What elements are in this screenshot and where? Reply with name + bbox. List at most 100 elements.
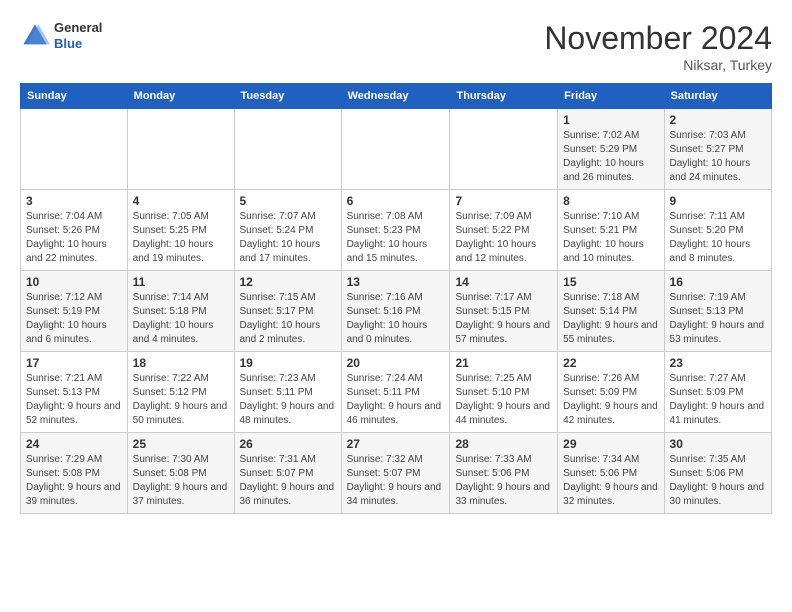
calendar-cell: 29 Sunrise: 7:34 AM Sunset: 5:06 PM Dayli… (558, 433, 664, 514)
day-number: 2 (670, 113, 766, 127)
day-number: 26 (240, 437, 336, 451)
day-number: 22 (563, 356, 658, 370)
weekday-header: Thursday (450, 84, 558, 109)
calendar-cell: 3 Sunrise: 7:04 AM Sunset: 5:26 PM Daylig… (21, 190, 128, 271)
calendar-cell: 11Sunrise: 7:14 AM Sunset: 5:18 PM Dayli… (127, 271, 234, 352)
day-info: Sunrise: 7:30 AM Sunset: 5:08 PM Dayligh… (133, 453, 229, 509)
day-number: 3 (26, 194, 122, 208)
day-info: Sunrise: 7:02 AM Sunset: 5:29 PM Dayligh… (563, 129, 658, 185)
calendar-table: SundayMondayTuesdayWednesdayThursdayFrid… (20, 83, 772, 514)
calendar-cell: 20Sunrise: 7:24 AM Sunset: 5:11 PM Dayli… (341, 352, 450, 433)
calendar-cell: 23 Sunrise: 7:27 AM Sunset: 5:09 PM Dayli… (664, 352, 771, 433)
day-info: Sunrise: 7:10 AM Sunset: 5:21 PM Dayligh… (563, 210, 658, 266)
day-number: 6 (347, 194, 445, 208)
calendar-week-row: 1 Sunrise: 7:02 AM Sunset: 5:29 PM Daylig… (21, 109, 772, 190)
calendar-cell: 6 Sunrise: 7:08 AM Sunset: 5:23 PM Daylig… (341, 190, 450, 271)
calendar-cell: 13Sunrise: 7:16 AM Sunset: 5:16 PM Dayli… (341, 271, 450, 352)
calendar-cell: 25 Sunrise: 7:30 AM Sunset: 5:08 PM Dayli… (127, 433, 234, 514)
day-number: 5 (240, 194, 336, 208)
day-info: Sunrise: 7:31 AM Sunset: 5:07 PM Dayligh… (240, 453, 336, 509)
location: Niksar, Turkey (544, 57, 772, 73)
day-info: Sunrise: 7:34 AM Sunset: 5:06 PM Dayligh… (563, 453, 658, 509)
logo-icon (20, 21, 50, 51)
day-info: Sunrise: 7:04 AM Sunset: 5:26 PM Dayligh… (26, 210, 122, 266)
weekday-header: Monday (127, 84, 234, 109)
calendar-cell: 22Sunrise: 7:26 AM Sunset: 5:09 PM Dayli… (558, 352, 664, 433)
day-info: Sunrise: 7:09 AM Sunset: 5:22 PM Dayligh… (455, 210, 552, 266)
calendar-cell: 9 Sunrise: 7:11 AM Sunset: 5:20 PM Daylig… (664, 190, 771, 271)
header-row: SundayMondayTuesdayWednesdayThursdayFrid… (21, 84, 772, 109)
calendar-cell: 1 Sunrise: 7:02 AM Sunset: 5:29 PM Daylig… (558, 109, 664, 190)
day-number: 25 (133, 437, 229, 451)
calendar-cell: 26 Sunrise: 7:31 AM Sunset: 5:07 PM Dayli… (234, 433, 341, 514)
day-info: Sunrise: 7:16 AM Sunset: 5:16 PM Dayligh… (347, 291, 445, 347)
logo-text: General Blue (54, 20, 102, 51)
day-info: Sunrise: 7:21 AM Sunset: 5:13 PM Dayligh… (26, 372, 122, 428)
day-number: 7 (455, 194, 552, 208)
day-info: Sunrise: 7:07 AM Sunset: 5:24 PM Dayligh… (240, 210, 336, 266)
weekday-header: Sunday (21, 84, 128, 109)
day-info: Sunrise: 7:32 AM Sunset: 5:07 PM Dayligh… (347, 453, 445, 509)
day-info: Sunrise: 7:35 AM Sunset: 5:06 PM Dayligh… (670, 453, 766, 509)
day-info: Sunrise: 7:08 AM Sunset: 5:23 PM Dayligh… (347, 210, 445, 266)
day-info: Sunrise: 7:25 AM Sunset: 5:10 PM Dayligh… (455, 372, 552, 428)
day-number: 1 (563, 113, 658, 127)
day-info: Sunrise: 7:18 AM Sunset: 5:14 PM Dayligh… (563, 291, 658, 347)
day-number: 16 (670, 275, 766, 289)
calendar-cell: 4 Sunrise: 7:05 AM Sunset: 5:25 PM Daylig… (127, 190, 234, 271)
calendar-cell: 17 Sunrise: 7:21 AM Sunset: 5:13 PM Dayli… (21, 352, 128, 433)
logo: General Blue (20, 20, 102, 51)
calendar-cell (127, 109, 234, 190)
weekday-header: Friday (558, 84, 664, 109)
day-info: Sunrise: 7:22 AM Sunset: 5:12 PM Dayligh… (133, 372, 229, 428)
calendar-cell: 28Sunrise: 7:33 AM Sunset: 5:06 PM Dayli… (450, 433, 558, 514)
day-number: 24 (26, 437, 122, 451)
calendar-week-row: 3 Sunrise: 7:04 AM Sunset: 5:26 PM Daylig… (21, 190, 772, 271)
calendar-cell: 19 Sunrise: 7:23 AM Sunset: 5:11 PM Dayli… (234, 352, 341, 433)
day-number: 17 (26, 356, 122, 370)
day-number: 15 (563, 275, 658, 289)
day-number: 21 (455, 356, 552, 370)
calendar-cell: 16 Sunrise: 7:19 AM Sunset: 5:13 PM Dayli… (664, 271, 771, 352)
day-info: Sunrise: 7:23 AM Sunset: 5:11 PM Dayligh… (240, 372, 336, 428)
calendar-cell (450, 109, 558, 190)
day-number: 12 (240, 275, 336, 289)
day-number: 19 (240, 356, 336, 370)
day-number: 4 (133, 194, 229, 208)
calendar-cell (234, 109, 341, 190)
day-info: Sunrise: 7:11 AM Sunset: 5:20 PM Dayligh… (670, 210, 766, 266)
calendar-cell: 8Sunrise: 7:10 AM Sunset: 5:21 PM Daylig… (558, 190, 664, 271)
day-info: Sunrise: 7:03 AM Sunset: 5:27 PM Dayligh… (670, 129, 766, 185)
calendar-cell: 15 Sunrise: 7:18 AM Sunset: 5:14 PM Dayli… (558, 271, 664, 352)
calendar-cell: 10 Sunrise: 7:12 AM Sunset: 5:19 PM Dayli… (21, 271, 128, 352)
calendar-cell: 2 Sunrise: 7:03 AM Sunset: 5:27 PM Daylig… (664, 109, 771, 190)
day-info: Sunrise: 7:12 AM Sunset: 5:19 PM Dayligh… (26, 291, 122, 347)
day-number: 20 (347, 356, 445, 370)
day-info: Sunrise: 7:29 AM Sunset: 5:08 PM Dayligh… (26, 453, 122, 509)
day-number: 9 (670, 194, 766, 208)
day-number: 30 (670, 437, 766, 451)
weekday-header: Wednesday (341, 84, 450, 109)
calendar-cell (341, 109, 450, 190)
calendar-cell: 27 Sunrise: 7:32 AM Sunset: 5:07 PM Dayli… (341, 433, 450, 514)
month-title: November 2024 (544, 20, 772, 57)
day-number: 10 (26, 275, 122, 289)
weekday-header: Saturday (664, 84, 771, 109)
day-info: Sunrise: 7:19 AM Sunset: 5:13 PM Dayligh… (670, 291, 766, 347)
day-number: 23 (670, 356, 766, 370)
calendar-cell: 21 Sunrise: 7:25 AM Sunset: 5:10 PM Dayli… (450, 352, 558, 433)
day-info: Sunrise: 7:14 AM Sunset: 5:18 PM Dayligh… (133, 291, 229, 347)
page-header: General Blue November 2024 Niksar, Turke… (20, 20, 772, 73)
calendar-week-row: 24 Sunrise: 7:29 AM Sunset: 5:08 PM Dayli… (21, 433, 772, 514)
day-info: Sunrise: 7:27 AM Sunset: 5:09 PM Dayligh… (670, 372, 766, 428)
day-info: Sunrise: 7:05 AM Sunset: 5:25 PM Dayligh… (133, 210, 229, 266)
day-number: 18 (133, 356, 229, 370)
logo-general: General (54, 20, 102, 36)
day-number: 29 (563, 437, 658, 451)
title-block: November 2024 Niksar, Turkey (544, 20, 772, 73)
day-number: 27 (347, 437, 445, 451)
calendar-cell: 14Sunrise: 7:17 AM Sunset: 5:15 PM Dayli… (450, 271, 558, 352)
calendar-cell (21, 109, 128, 190)
calendar-cell: 18 Sunrise: 7:22 AM Sunset: 5:12 PM Dayli… (127, 352, 234, 433)
day-number: 28 (455, 437, 552, 451)
